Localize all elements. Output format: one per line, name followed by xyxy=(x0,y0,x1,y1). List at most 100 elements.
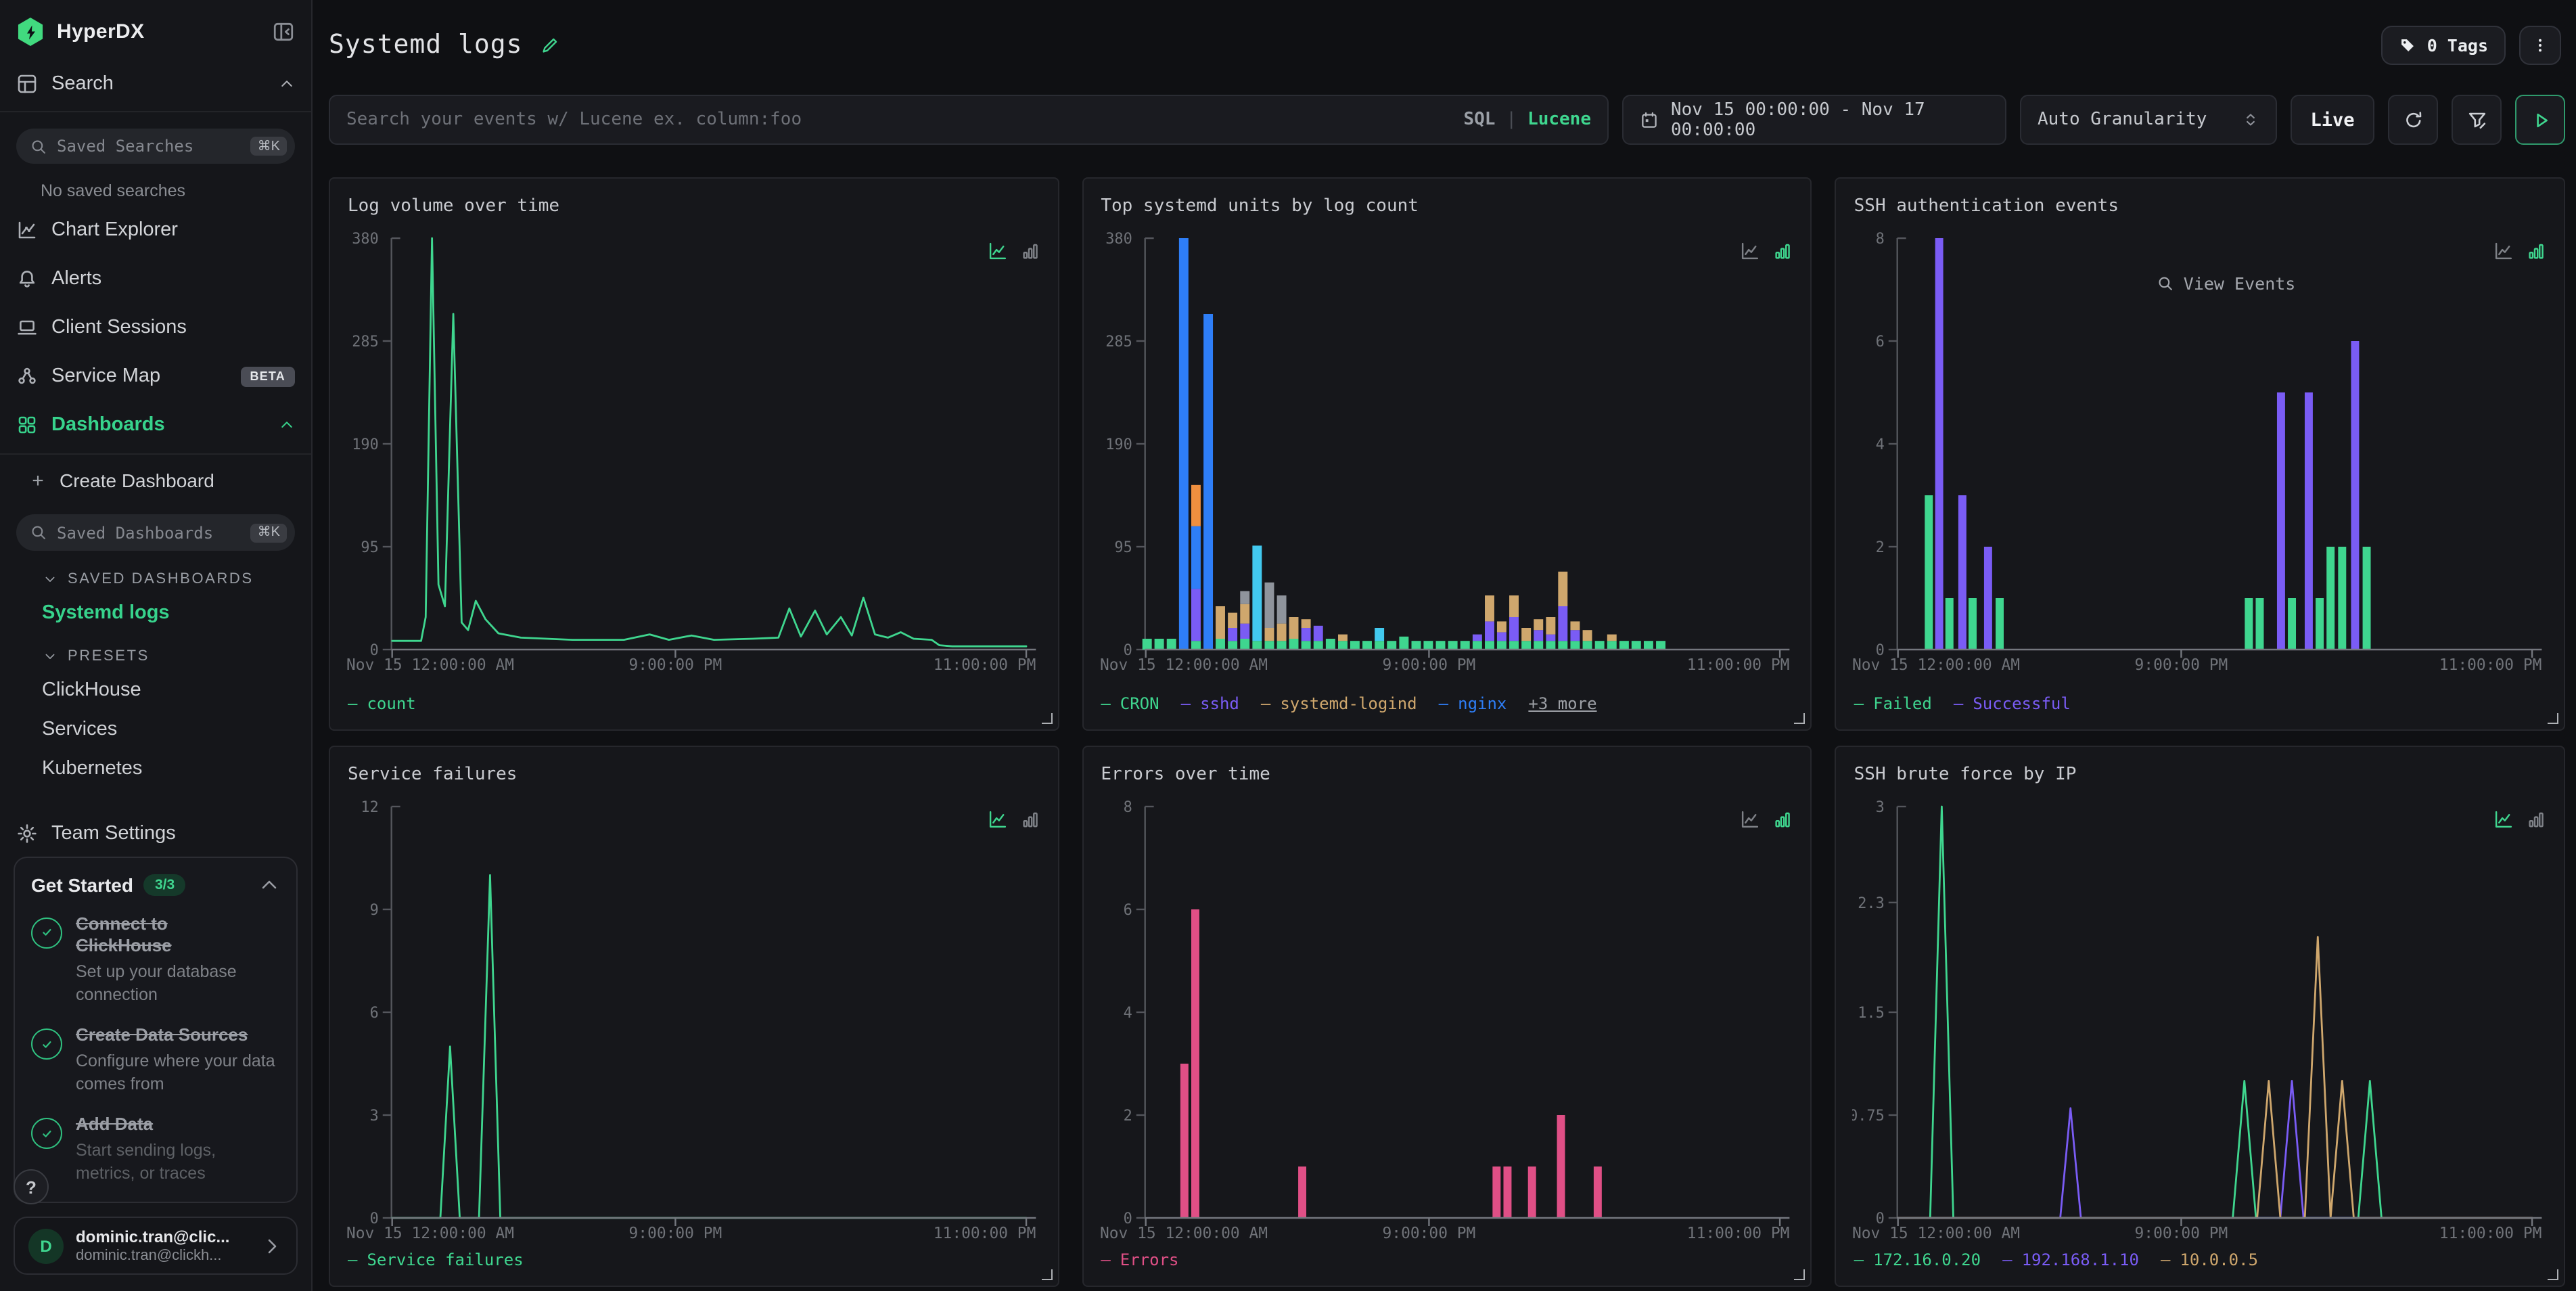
legend-item[interactable]: —CRON xyxy=(1101,694,1159,713)
svg-text:2.3: 2.3 xyxy=(1858,895,1885,912)
svg-text:Nov 15 12:00:00 AM: Nov 15 12:00:00 AM xyxy=(1853,1225,2021,1242)
resize-handle[interactable] xyxy=(1795,1269,1806,1280)
filter-button[interactable] xyxy=(2452,95,2502,145)
chart-canvas[interactable]: 380285190950Nov 15 12:00:00 AM9:00:00 PM… xyxy=(1099,227,1794,677)
svg-text:9:00:00 PM: 9:00:00 PM xyxy=(1382,656,1475,674)
chart-canvas[interactable]: 86420Nov 15 12:00:00 AM9:00:00 PM11:00:0… xyxy=(1099,796,1794,1245)
sidebar-item-kubernetes[interactable]: Kubernetes xyxy=(0,750,311,789)
legend-label: systemd-logind xyxy=(1280,694,1417,713)
legend-item[interactable]: —10.0.0.5 xyxy=(2161,1250,2258,1269)
svg-text:8: 8 xyxy=(1876,231,1885,248)
resize-handle[interactable] xyxy=(1041,1269,1052,1280)
resize-handle[interactable] xyxy=(1795,713,1806,724)
event-search-input[interactable]: Search your events w/ Lucene ex. column:… xyxy=(329,95,1609,145)
legend-item[interactable]: —nginx xyxy=(1439,694,1507,713)
svg-text:4: 4 xyxy=(1876,436,1885,453)
get-started-item[interactable]: Add DataStart sending logs, metrics, or … xyxy=(31,1114,280,1185)
sidebar-item-dashboards[interactable]: Dashboards xyxy=(0,401,311,450)
user-name: dominic.tran@clic... xyxy=(76,1227,229,1246)
sidebar-item-label: Chart Explorer xyxy=(51,220,178,242)
user-menu[interactable]: D dominic.tran@clic... dominic.tran@clic… xyxy=(14,1217,298,1275)
divider xyxy=(0,111,311,112)
chart-canvas[interactable]: 32.31.50.750Nov 15 12:00:00 AM9:00:00 PM… xyxy=(1853,796,2548,1245)
sidebar-nav: Chart Explorer Alerts Client Sessions Servi… xyxy=(0,206,311,450)
sidebar-item-client-sessions[interactable]: Client Sessions xyxy=(0,304,311,353)
chart-canvas[interactable]: 380285190950Nov 15 12:00:00 AM9:00:00 PM… xyxy=(346,227,1041,677)
legend-item[interactable]: —192.168.1.10 xyxy=(2002,1250,2139,1269)
saved-searches-input[interactable]: Saved Searches ⌘K xyxy=(16,129,295,164)
bell-icon xyxy=(16,269,38,290)
create-dashboard-button[interactable]: + Create Dashboard xyxy=(0,459,311,503)
chart-canvas[interactable]: 86420Nov 15 12:00:00 AM9:00:00 PM11:00:0… xyxy=(1853,227,2548,677)
sidebar-item-search[interactable]: Search xyxy=(0,61,311,107)
svg-text:190: 190 xyxy=(352,436,379,453)
legend-label: 10.0.0.5 xyxy=(2180,1250,2258,1269)
legend-item[interactable]: —172.16.0.20 xyxy=(1854,1250,1981,1269)
get-started-item-text: Create Data SourcesConfigure where your … xyxy=(76,1024,279,1096)
chart-title: SSH authentication events xyxy=(1837,179,2564,217)
get-started-title: Get Started xyxy=(31,874,133,896)
view-events-link[interactable]: View Events xyxy=(2157,273,2296,294)
svg-text:1.5: 1.5 xyxy=(1858,1005,1885,1022)
granularity-select[interactable]: Auto Granularity xyxy=(2020,95,2277,145)
main-content: Systemd logs 0 Tags Search your events w… xyxy=(313,0,2576,1291)
sidebar-item-clickhouse[interactable]: ClickHouse xyxy=(0,671,311,710)
chart-canvas[interactable]: 129630Nov 15 12:00:00 AM9:00:00 PM11:00:… xyxy=(346,796,1041,1245)
legend-item[interactable]: —Successful xyxy=(1954,694,2071,713)
edit-title-icon[interactable] xyxy=(540,35,561,55)
chart-legend: —Failed —Successful xyxy=(1854,694,2071,713)
page-header: Systemd logs 0 Tags xyxy=(329,0,2565,87)
legend-item[interactable]: — systemd-logind xyxy=(1261,694,1417,713)
saved-dashboards-input[interactable]: Saved Dashboards ⌘K xyxy=(16,515,295,551)
sidebar-item-label: Client Sessions xyxy=(51,317,187,339)
dashboard-section-header[interactable]: SAVED DASHBOARDS xyxy=(0,556,311,594)
legend-item[interactable]: —Errors xyxy=(1101,1250,1178,1269)
run-query-button[interactable] xyxy=(2515,95,2565,145)
svg-text:285: 285 xyxy=(352,334,379,350)
sidebar-item-systemd-logs[interactable]: Systemd logs xyxy=(0,594,311,633)
get-started-items: Connect to ClickHouseSet up your databas… xyxy=(31,913,280,1186)
legend-label: Service failures xyxy=(367,1250,523,1269)
legend-item[interactable]: —Failed xyxy=(1854,694,1932,713)
dashboard-menu-button[interactable] xyxy=(2519,25,2561,64)
help-button[interactable]: ? xyxy=(14,1169,49,1204)
tags-button[interactable]: 0 Tags xyxy=(2381,25,2506,64)
sidebar-item-alerts[interactable]: Alerts xyxy=(0,255,311,304)
refresh-button[interactable] xyxy=(2388,95,2438,145)
svg-text:9:00:00 PM: 9:00:00 PM xyxy=(2135,656,2228,674)
chart-title: Service failures xyxy=(330,747,1057,785)
svg-text:6: 6 xyxy=(370,1005,379,1022)
get-started-item[interactable]: Connect to ClickHouseSet up your databas… xyxy=(31,913,280,1007)
live-button[interactable]: Live xyxy=(2291,95,2374,145)
legend-item[interactable]: —sshd xyxy=(1181,694,1239,713)
legend-more-link[interactable]: +3 more xyxy=(1528,694,1596,713)
svg-text:3: 3 xyxy=(370,1108,379,1125)
collapse-sidebar-icon[interactable] xyxy=(272,20,295,43)
legend-dash-icon: — xyxy=(1261,694,1270,713)
get-started-item[interactable]: Create Data SourcesConfigure where your … xyxy=(31,1024,280,1096)
chart-panel-ssh-brute-force-by-ip: SSH brute force by IP32.31.50.750Nov 15 … xyxy=(1835,746,2565,1287)
legend-item[interactable]: —Service failures xyxy=(348,1250,524,1269)
chart-legend: —Service failures xyxy=(348,1250,524,1269)
shortcut-badge: ⌘K xyxy=(251,137,287,156)
resize-handle[interactable] xyxy=(2548,713,2558,724)
sidebar-item-label: Dashboards xyxy=(51,415,165,436)
sidebar-item-team-settings[interactable]: Team Settings xyxy=(0,811,311,857)
sidebar-header: HyperDX xyxy=(0,0,311,61)
resize-handle[interactable] xyxy=(1041,713,1052,724)
dashboard-section-header[interactable]: PRESETS xyxy=(0,633,311,671)
sidebar-item-chart-explorer[interactable]: Chart Explorer xyxy=(0,206,311,255)
chevron-up-icon[interactable] xyxy=(258,874,280,896)
legend-dash-icon: — xyxy=(1854,694,1864,713)
sidebar-item-service-map[interactable]: Service MapBETA xyxy=(0,353,311,401)
divider: | xyxy=(1506,110,1517,130)
sidebar-item-services[interactable]: Services xyxy=(0,710,311,750)
time-range-picker[interactable]: Nov 15 00:00:00 - Nov 17 00:00:00 xyxy=(1622,95,2006,145)
legend-item[interactable]: —count xyxy=(348,694,416,713)
legend-label: count xyxy=(367,694,415,713)
sidebar-item-label: Service Map xyxy=(51,366,160,388)
tag-icon xyxy=(2399,36,2416,53)
resize-handle[interactable] xyxy=(2548,1269,2558,1280)
sql-toggle[interactable]: SQL xyxy=(1463,110,1495,130)
lucene-toggle[interactable]: Lucene xyxy=(1527,110,1591,130)
